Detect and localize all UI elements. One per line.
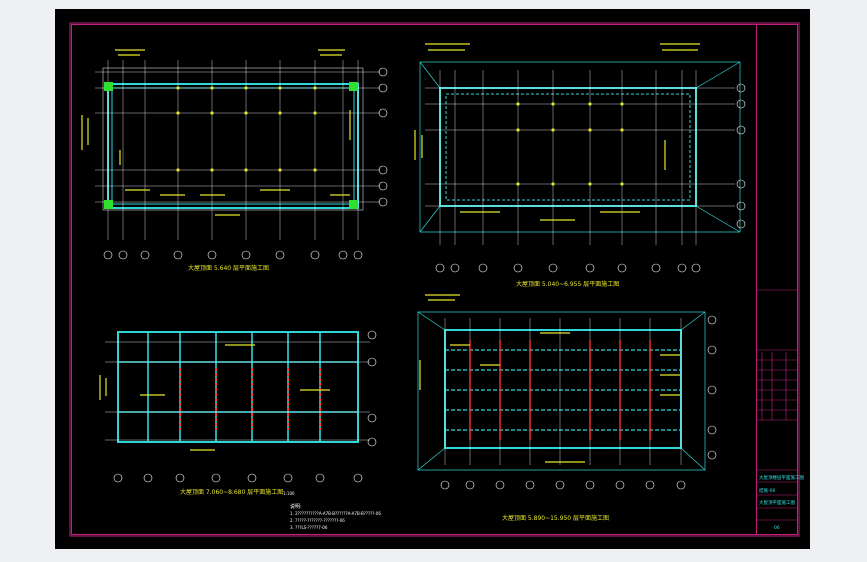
note-2: 2. ?????-???????-???????-06 (290, 518, 345, 523)
title-block-drawing-no: 大屋顶平面施工图 (759, 499, 795, 506)
plan-1: 大屋顶面 5.640 层平面施工图 (81, 49, 388, 272)
cad-drawing: 大屋顶面 5.640 层平面施工图 大屋顶面 5.040~6.955 层平面施工… (69, 22, 804, 537)
plan-1-title: 大屋顶面 5.640 层平面施工图 (188, 264, 269, 272)
title-block-sheet: 结施-06 (759, 487, 775, 494)
outer-border (69, 22, 800, 537)
plan-3-scale: 1:100 (283, 491, 295, 496)
plan-3: 大屋顶面 7.060~8.680 层平面施工图 1:100 (99, 330, 377, 496)
title-block-grid (756, 289, 798, 521)
title-block-page: 06 (774, 525, 780, 531)
plan-2: 大屋顶面 5.040~6.955 层平面施工图 (414, 43, 746, 288)
title-block-project: 大屋顶楼层平面施工图 (759, 474, 804, 481)
plan-4-title: 大屋顶面 5.890~15.950 层平面施工图 (502, 514, 609, 522)
plan-3-title: 大屋顶面 7.060~8.680 层平面施工图 (180, 488, 283, 496)
plan-4: 大屋顶面 5.890~15.950 层平面施工图 (417, 294, 717, 522)
note-3: 3. ???LS-?????7-06 (290, 525, 328, 530)
plan-2-title: 大屋顶面 5.040~6.955 层平面施工图 (516, 280, 619, 288)
notes-heading: 说明: (290, 503, 302, 510)
note-1: 1. 2??????????A-A7B-B??????A-A7B-B?????-… (290, 511, 381, 516)
